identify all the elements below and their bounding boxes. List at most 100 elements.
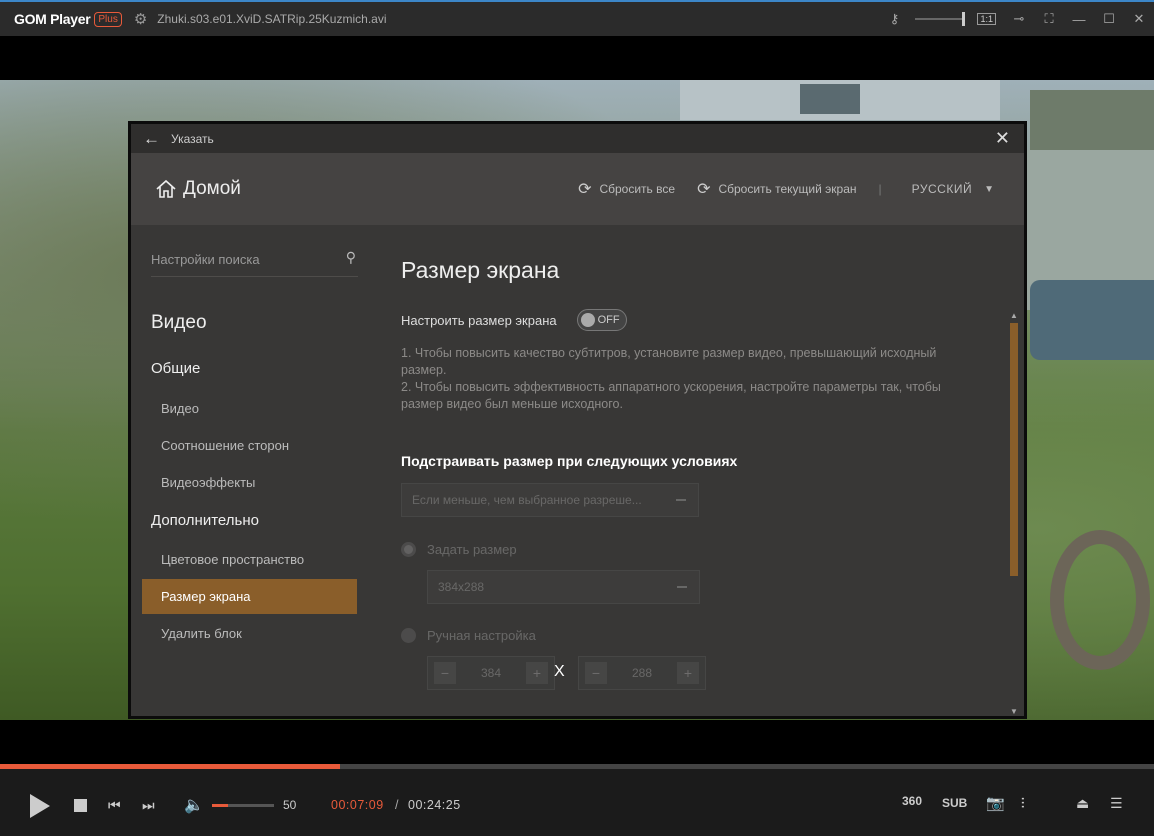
minus-icon[interactable]: − [585,662,607,684]
condition-select[interactable]: Если меньше, чем выбранное разреше... [401,483,699,517]
screen-size-toggle-row: Настроить размер экрана OFF [401,309,627,331]
pin-icon[interactable]: ⊸ [1004,11,1034,27]
close-dialog-icon[interactable]: ✕ [995,128,1010,149]
ratio-button[interactable]: 1:1 [977,13,996,25]
height-value[interactable]: 288 [613,666,671,680]
volume-fill [212,804,228,807]
condition-select-value: Если меньше, чем выбранное разреше... [412,493,642,507]
size-select[interactable]: 384x288 [427,570,700,604]
sidebar-item-screen-size[interactable]: Размер экрана [142,579,357,614]
dropdown-icon [676,499,686,501]
opacity-slider[interactable] [915,12,966,26]
previous-icon[interactable]: ⏮ [108,797,121,814]
scroll-up-icon[interactable]: ▲ [1010,311,1018,320]
close-window-icon[interactable]: ✕ [1124,11,1154,27]
seek-bar[interactable] [0,764,1154,769]
screen-size-toggle[interactable]: OFF [576,309,627,331]
home-icon[interactable] [155,179,177,199]
360-button[interactable]: 360 [902,794,922,808]
sidebar-item-video-effects[interactable]: Видеоэффекты [142,465,357,500]
group-general[interactable]: Общие [151,360,200,377]
settings-sidebar: Настройки поиска ⚲ Видео Общие Видео Соо… [131,225,371,716]
reset-current-label: Сбросить текущий экран [718,182,857,196]
settings-dialog: ← Указать ✕ Домой ⟳ Сбросить все ⟳ Сброс… [128,121,1027,719]
dialog-header: Домой ⟳ Сбросить все ⟳ Сбросить текущий … [131,153,1024,225]
sidebar-item-video[interactable]: Видео [142,391,357,426]
dialog-titlebar: ← Указать ✕ [131,124,1024,153]
sidebar-item-delete-block[interactable]: Удалить блок [142,616,357,651]
sidebar-item-color-space[interactable]: Цветовое пространство [142,542,357,577]
plus-badge: Plus [94,11,122,27]
camera-icon[interactable]: 📷 [986,794,1005,812]
reset-all-label: Сбросить все [599,182,676,196]
app-logo: GOM Player [14,11,91,27]
condition-title: Подстраивать размер при следующих услови… [401,453,738,469]
volume-slider[interactable] [212,804,274,807]
dropdown-icon [677,586,687,588]
settings-search-input[interactable]: Настройки поиска ⚲ [151,243,358,277]
section-title-video: Видео [151,312,207,333]
file-name: Zhuki.s03.e01.XviD.SATRip.25Kuzmich.avi [157,12,387,26]
plus-icon[interactable]: + [677,662,699,684]
next-icon[interactable]: ⏭ [142,797,155,814]
refresh-icon: ⟳ [578,181,592,198]
radio-manual-icon[interactable] [401,628,416,643]
play-icon[interactable] [28,792,52,820]
reset-all-button[interactable]: ⟳ Сбросить все [578,179,675,199]
fullscreen-icon[interactable]: ⛶ [1034,11,1064,27]
description-text: 1. Чтобы повысить качество субтитров, ус… [401,345,971,413]
volume-value: 50 [283,798,297,812]
minimize-icon[interactable]: — [1064,12,1094,27]
width-value[interactable]: 384 [462,666,520,680]
times-sign: X [554,663,565,680]
width-stepper[interactable]: − 384 + [427,656,555,690]
language-select[interactable]: РУССКИЙ [912,182,972,196]
radio-set-size-icon[interactable] [401,542,416,557]
subtitle-button[interactable]: SUB [942,796,967,810]
page-title: Размер экрана [401,257,560,283]
height-stepper[interactable]: − 288 + [578,656,706,690]
eject-icon[interactable]: ⏏ [1076,795,1089,812]
maximize-icon[interactable]: ☐ [1094,11,1124,27]
key-icon[interactable]: ⚷ [879,11,909,27]
player-controls: ⏮ ⏭ 🔈 50 00:07:09 / 00:24:25 360 SUB 📷 ⫶… [0,764,1154,836]
dialog-title: Указать [171,131,214,146]
playlist-icon[interactable]: ☰ [1110,795,1123,812]
scroll-thumb[interactable] [1010,323,1018,576]
caret-down-icon[interactable]: ▼ [984,184,994,195]
minus-icon[interactable]: − [434,662,456,684]
sidebar-item-aspect-ratio[interactable]: Соотношение сторон [142,428,357,463]
current-time: 00:07:09 [331,798,384,812]
time-separator: / [395,798,399,812]
group-advanced[interactable]: Дополнительно [151,512,259,529]
video-window [800,84,860,114]
reset-current-button[interactable]: ⟳ Сбросить текущий экран [697,179,856,199]
video-wheel [1050,530,1150,670]
size-select-value: 384x288 [438,580,485,594]
refresh-icon: ⟳ [697,181,711,198]
seek-bar-fill [0,764,341,769]
home-link[interactable]: Домой [183,178,241,200]
description-line-1: 1. Чтобы повысить качество субтитров, ус… [401,346,937,377]
radio-set-size-label: Задать размер [427,542,517,557]
toggle-state: OFF [597,314,620,326]
radio-manual[interactable]: Ручная настройка [401,628,536,643]
search-icon[interactable]: ⚲ [346,249,356,266]
settings-gear-icon[interactable]: ⚙ [134,10,147,28]
radio-set-size[interactable]: Задать размер [401,542,517,557]
radio-manual-label: Ручная настройка [427,628,536,643]
search-placeholder: Настройки поиска [151,252,260,267]
total-time: 00:24:25 [408,798,461,812]
toggle-label: Настроить размер экрана [401,312,557,328]
header-separator: | [878,182,882,196]
scroll-down-icon[interactable]: ▼ [1010,707,1018,716]
volume-icon[interactable]: 🔈 [184,795,204,815]
title-bar: GOM Player Plus ⚙ Zhuki.s03.e01.XviD.SAT… [0,0,1154,36]
toggle-knob [580,313,595,327]
settings-content: Размер экрана Настроить размер экрана OF… [401,225,1011,716]
plus-icon[interactable]: + [526,662,548,684]
content-scrollbar[interactable]: ▲ ▼ [1009,311,1019,716]
equalizer-icon[interactable]: ⫶ [1021,795,1025,812]
stop-icon[interactable] [74,799,87,812]
back-arrow-icon[interactable]: ← [143,129,161,149]
